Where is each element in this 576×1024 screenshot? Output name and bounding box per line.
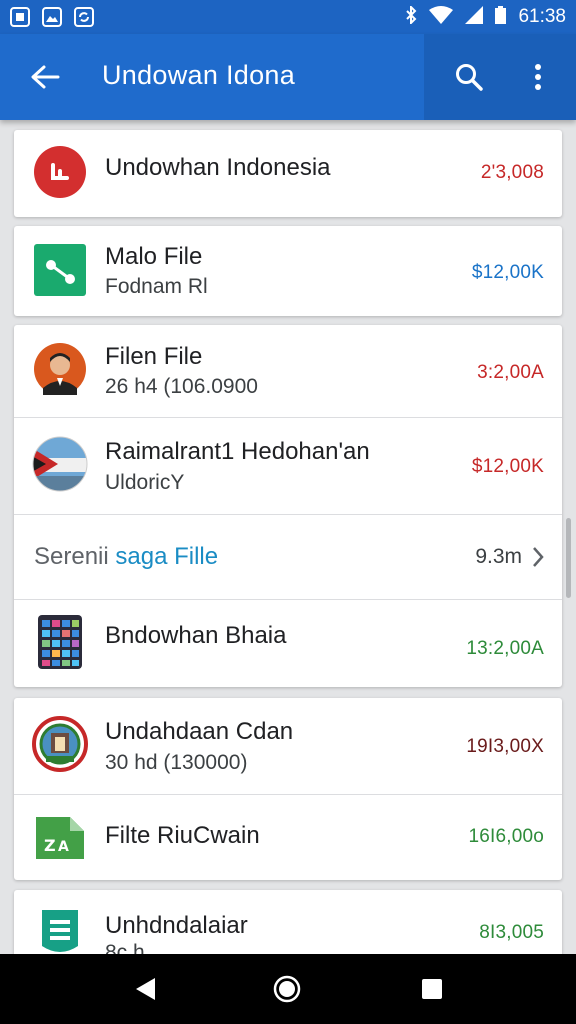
- list-item-amount: 16I6,00o: [468, 826, 544, 847]
- section-row[interactable]: Serenii saga Fille 9.3m: [14, 515, 562, 599]
- bluetooth-icon: [405, 4, 417, 29]
- list-item-amount: 19I3,00X: [466, 736, 544, 757]
- list-item[interactable]: Filen File 26 h4 (106.0900 3:2,00A: [14, 325, 562, 417]
- list-item-title: Filte RiuCwain: [105, 822, 260, 849]
- sync-icon: [74, 7, 94, 27]
- share-file-icon: [32, 242, 88, 298]
- section-label-prefix: Serenii: [34, 543, 109, 570]
- list-item[interactable]: Malo File Fodnam Rl $12,00K: [14, 226, 562, 316]
- list-item-title: Malo File: [105, 243, 203, 270]
- app-logo-icon: [32, 144, 88, 200]
- back-triangle-icon: [136, 978, 155, 1000]
- list-item[interactable]: Undowhan Indonesia 2'3,008: [14, 130, 562, 217]
- chevron-right-icon: [533, 547, 544, 567]
- list-item[interactable]: Undahdaan Cdan 30 hd (130000) 19I3,00X: [14, 698, 562, 794]
- list-item-title: Filen File: [105, 343, 203, 370]
- status-right: 61:38: [405, 4, 566, 29]
- list-item-subtitle: Fodnam Rl: [105, 275, 208, 298]
- list-item-subtitle: 30 hd (130000): [105, 751, 248, 774]
- status-bar: 61:38: [0, 0, 576, 34]
- arrow-back-icon: [31, 65, 60, 89]
- section-label-accent: saga Fille: [115, 543, 219, 570]
- list-item-amount: 8I3,005: [479, 922, 544, 943]
- signal-icon: [465, 5, 484, 29]
- list-item-amount: $12,00K: [471, 456, 544, 477]
- list-item[interactable]: Z A Filte RiuCwain 16I6,00o: [14, 795, 562, 880]
- battery-icon: [495, 5, 507, 29]
- document-shield-icon: [32, 904, 88, 960]
- status-time: 61:38: [518, 6, 566, 27]
- list-item-subtitle: UldoricY: [105, 471, 185, 494]
- list-item[interactable]: Raimalrant1 Hedohan'an UldoricY $12,00K: [14, 418, 562, 514]
- search-icon: [456, 64, 483, 91]
- list-item-title: Undahdaan Cdan: [105, 718, 294, 745]
- nav-recents-button[interactable]: [417, 974, 447, 1004]
- home-circle-icon: [273, 975, 301, 1003]
- more-options-button[interactable]: [522, 56, 554, 98]
- wifi-icon: [429, 5, 454, 29]
- section-value: 9.3m: [475, 545, 522, 568]
- list-item-title: Unhdndalaiar: [105, 912, 248, 939]
- app-bar: Undowan Idona: [0, 34, 576, 120]
- nav-back-button[interactable]: [130, 974, 160, 1004]
- list-item-title: Undowhan Indonesia: [105, 154, 331, 181]
- section-label: Serenii saga Fille: [34, 543, 218, 571]
- list-item-amount: 2'3,008: [480, 162, 544, 183]
- green-file-icon: Z A: [32, 809, 88, 865]
- list-card: Undowhan Indonesia 2'3,008: [14, 130, 562, 217]
- list-item-subtitle: 26 h4 (106.0900: [105, 375, 258, 398]
- image-icon: [42, 7, 62, 27]
- page-title: Undowan Idona: [102, 60, 296, 90]
- list-item-title: Raimalrant1 Hedohan'an: [105, 438, 370, 465]
- list-item-amount: $12,00K: [471, 262, 544, 283]
- recents-square-icon: [422, 979, 442, 999]
- list-card: Undahdaan Cdan 30 hd (130000) 19I3,00X Z…: [14, 698, 562, 880]
- system-nav-bar: [0, 954, 576, 1024]
- list-item-amount: 13:2,00A: [466, 638, 544, 659]
- back-button[interactable]: [26, 58, 64, 96]
- status-left: [10, 7, 94, 27]
- list-item-title: Bndowhan Bhaia: [105, 622, 287, 649]
- gallery-icon: [10, 7, 30, 27]
- search-button[interactable]: [448, 56, 490, 98]
- list-card: Malo File Fodnam Rl $12,00K: [14, 226, 562, 316]
- emblem-icon: [32, 716, 88, 772]
- list-item[interactable]: Bndowhan Bhaia 13:2,00A: [14, 600, 562, 687]
- profile-photo-icon: [32, 341, 88, 397]
- list-item-amount: 3:2,00A: [477, 362, 544, 383]
- svg-text:Z: Z: [44, 836, 56, 855]
- nav-home-button[interactable]: [272, 974, 302, 1004]
- more-vert-icon: [535, 64, 541, 90]
- flag-icon: [32, 436, 88, 492]
- calculator-icon: [32, 614, 88, 670]
- scrollbar[interactable]: [566, 518, 571, 598]
- svg-text:A: A: [58, 839, 69, 855]
- list-card: Filen File 26 h4 (106.0900 3:2,00A Raima…: [14, 325, 562, 687]
